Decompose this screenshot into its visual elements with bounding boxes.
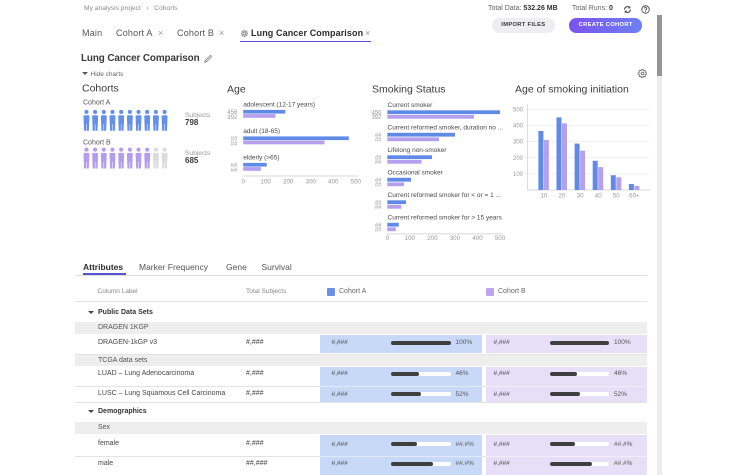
svg-text:200: 200 (283, 179, 294, 186)
svg-text:60+: 60+ (629, 192, 640, 199)
svg-text:Occasional smoker: Occasional smoker (388, 169, 444, 176)
svg-text:elderly (>65): elderly (>65) (243, 154, 279, 161)
svg-text:Current reformed smoker for <: Current reformed smoker for < or = 1 ... (388, 192, 502, 199)
svg-text:Current smoker: Current smoker (388, 102, 434, 109)
svg-text:50: 50 (613, 192, 620, 199)
svg-text:400: 400 (328, 179, 339, 186)
svg-text:adolescent (12-17 years): adolescent (12-17 years) (243, 101, 315, 108)
svg-text:300: 300 (450, 235, 461, 242)
svg-text:300: 300 (513, 140, 524, 146)
svg-text:##: ## (375, 138, 382, 144)
svg-text:##: ## (231, 141, 238, 147)
svg-text:40: 40 (595, 192, 602, 199)
svg-text:Age: Age (227, 84, 246, 96)
svg-text:200: 200 (513, 156, 524, 162)
svg-text:Current reformed smoker, durat: Current reformed smoker, duration no ... (388, 124, 504, 131)
svg-text:Current reformed smoker for >: Current reformed smoker for > 15 years (388, 214, 503, 221)
svg-text:400: 400 (513, 124, 524, 130)
svg-text:Cohort B: Cohort B (83, 140, 111, 147)
svg-text:##: ## (375, 183, 382, 189)
svg-text:392: 392 (227, 115, 238, 121)
svg-text:30: 30 (577, 192, 584, 199)
svg-text:20: 20 (559, 192, 566, 199)
svg-text:500: 500 (495, 235, 506, 242)
svg-text:Lifelong non-smoker: Lifelong non-smoker (388, 147, 448, 154)
svg-text:10: 10 (540, 192, 547, 199)
svg-text:0: 0 (386, 235, 390, 242)
svg-text:##: ## (375, 160, 382, 166)
svg-text:Cohort A: Cohort A (83, 100, 111, 107)
svg-text:##: ## (375, 205, 382, 211)
svg-text:500: 500 (513, 108, 524, 114)
svg-text:392: 392 (371, 115, 382, 121)
svg-text:400: 400 (472, 235, 483, 242)
svg-text:500: 500 (351, 179, 362, 186)
svg-text:200: 200 (427, 235, 438, 242)
svg-text:100: 100 (405, 235, 416, 242)
svg-text:798: 798 (185, 118, 199, 127)
svg-text:adult (18-65): adult (18-65) (243, 128, 280, 135)
svg-text:100: 100 (513, 172, 524, 178)
svg-text:300: 300 (306, 179, 317, 186)
svg-text:##: ## (375, 228, 382, 234)
svg-text:Age of smoking initiation: Age of smoking initiation (515, 84, 629, 96)
svg-text:Smoking Status: Smoking Status (372, 84, 446, 96)
svg-text:Cohorts: Cohorts (82, 83, 119, 95)
svg-text:685: 685 (185, 156, 199, 165)
svg-text:100: 100 (261, 179, 272, 186)
svg-text:##: ## (231, 168, 238, 174)
svg-text:0: 0 (241, 179, 245, 186)
